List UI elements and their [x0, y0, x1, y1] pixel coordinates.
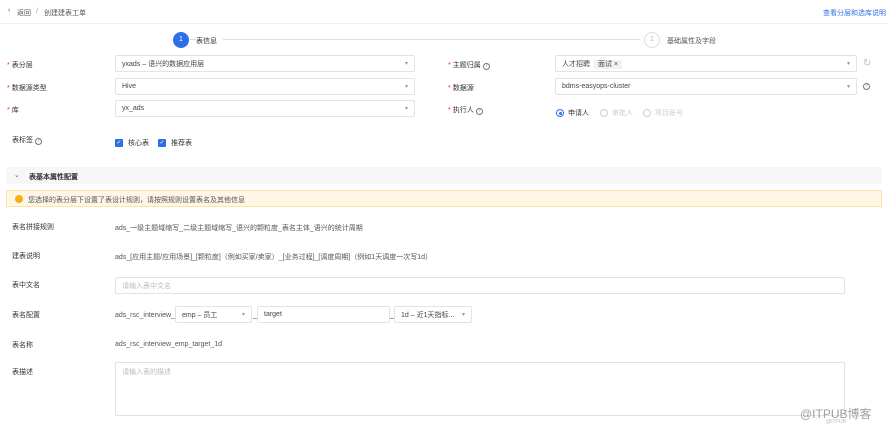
- table-tags-label: 表标签?: [12, 135, 42, 145]
- radio-icon: [643, 109, 651, 118]
- executor-label: * 执行人?: [448, 105, 483, 115]
- table-desc-textarea[interactable]: 请输入表的描述: [115, 362, 845, 416]
- warning-text: 您选择的表分层下设置了表设计规则，请按照规则设置表名及其他信息: [28, 197, 245, 204]
- section-header[interactable]: ⌄ 表基本属性配置: [6, 167, 882, 184]
- checkbox-checked-icon: ✓: [158, 139, 166, 148]
- rule-label: 表名拼接规则: [12, 224, 54, 231]
- executor-radio-project-account[interactable]: 项目账号: [643, 108, 683, 118]
- executor-radio-applicant[interactable]: 申请人: [556, 108, 589, 118]
- caret-down-icon: ▾: [461, 312, 465, 318]
- step-1-label: 表信息: [196, 36, 223, 46]
- ds-type-label: * 数据源类型: [7, 85, 47, 92]
- page-title: 创建建表工单: [44, 10, 86, 17]
- topic-select[interactable]: 人才招聘 面试 × ▾: [555, 55, 857, 72]
- breadcrumb-separator: /: [36, 8, 38, 15]
- name-config-label: 表名配置: [12, 312, 40, 319]
- help-icon: ?: [482, 63, 490, 70]
- caret-down-icon: ▾: [846, 84, 850, 90]
- caret-down-icon: ▾: [404, 106, 408, 112]
- caret-down-icon: ▾: [404, 61, 408, 67]
- desc-label: 建表说明: [12, 253, 40, 260]
- desc-text: ads_[应用主题/应用场景]_[颗粒度]（例如买家/卖家）_[业务过程]_[调…: [115, 254, 432, 261]
- caret-down-icon: ▾: [241, 312, 245, 318]
- step-2-circle: 2: [644, 32, 660, 48]
- step-1-circle: 1: [173, 32, 189, 48]
- help-icon: ?: [35, 138, 42, 145]
- cn-name-label: 表中文名: [12, 282, 40, 289]
- executor-radio-approver[interactable]: 审批人: [600, 108, 633, 118]
- datasource-select[interactable]: bdms-easyops-cluster ▾: [555, 78, 857, 95]
- caret-down-icon: ▾: [404, 84, 408, 90]
- topic-tag: 人才招聘: [562, 60, 590, 68]
- help-icon[interactable]: ?: [863, 83, 870, 90]
- topic-label: * 主题归属?: [448, 60, 490, 70]
- step-connector: [190, 39, 640, 40]
- step-2-label: 基础属性及字段: [667, 38, 716, 45]
- warning-icon: [15, 195, 23, 203]
- checkbox-checked-icon: ✓: [115, 139, 123, 148]
- topic-tag[interactable]: 面试 ×: [594, 59, 623, 69]
- help-link[interactable]: 查看分层和选库说明: [823, 8, 886, 18]
- tag-recommend-checkbox[interactable]: ✓ 推荐表: [158, 138, 192, 148]
- radio-icon: [600, 109, 608, 118]
- rule-text: ads_一级主题域缩写_二级主题域缩写_语兴的颗粒度_表名主体_语兴的统计周期: [115, 225, 363, 232]
- chevron-down-icon: ⌄: [14, 172, 20, 179]
- back-link[interactable]: 返回: [17, 8, 31, 18]
- db-select[interactable]: yx_ads ▾: [115, 100, 415, 117]
- radio-selected-icon: [556, 109, 564, 118]
- refresh-icon[interactable]: ↻: [863, 58, 871, 69]
- watermark-sub: @ITPUB: [826, 419, 846, 425]
- cn-name-input[interactable]: 请输入表中文名: [115, 277, 845, 294]
- warning-alert: 您选择的表分层下设置了表设计规则，请按照规则设置表名及其他信息: [6, 190, 882, 207]
- name-period-select[interactable]: 1d – 近1天指标... ▾: [394, 306, 472, 323]
- header: ‹ 返回 / 创建建表工单 查看分层和选库说明: [0, 0, 889, 24]
- ds-type-select[interactable]: Hive ▾: [115, 78, 415, 95]
- section-title: 表基本属性配置: [29, 174, 78, 181]
- tag-core-checkbox[interactable]: ✓ 核心表: [115, 138, 149, 148]
- datasource-label: * 数据源: [448, 85, 474, 92]
- table-name-value: ads_rsc_interview_emp_target_1d: [115, 341, 223, 348]
- caret-down-icon: ▾: [846, 61, 850, 67]
- layer-label: * 表分层: [7, 62, 33, 69]
- help-icon: ?: [475, 108, 483, 115]
- db-label: * 库: [7, 107, 19, 114]
- layer-select[interactable]: yxads – 语兴的数据应用层 ▾: [115, 55, 415, 72]
- table-desc-label: 表描述: [12, 369, 33, 376]
- back-chevron-icon[interactable]: ‹: [8, 7, 10, 14]
- name-grain-select[interactable]: emp – 员工 ▾: [175, 306, 252, 323]
- table-name-label: 表名称: [12, 342, 33, 349]
- name-subject-input[interactable]: target: [257, 306, 390, 323]
- name-prefix: ads_rsc_interview_: [115, 312, 175, 319]
